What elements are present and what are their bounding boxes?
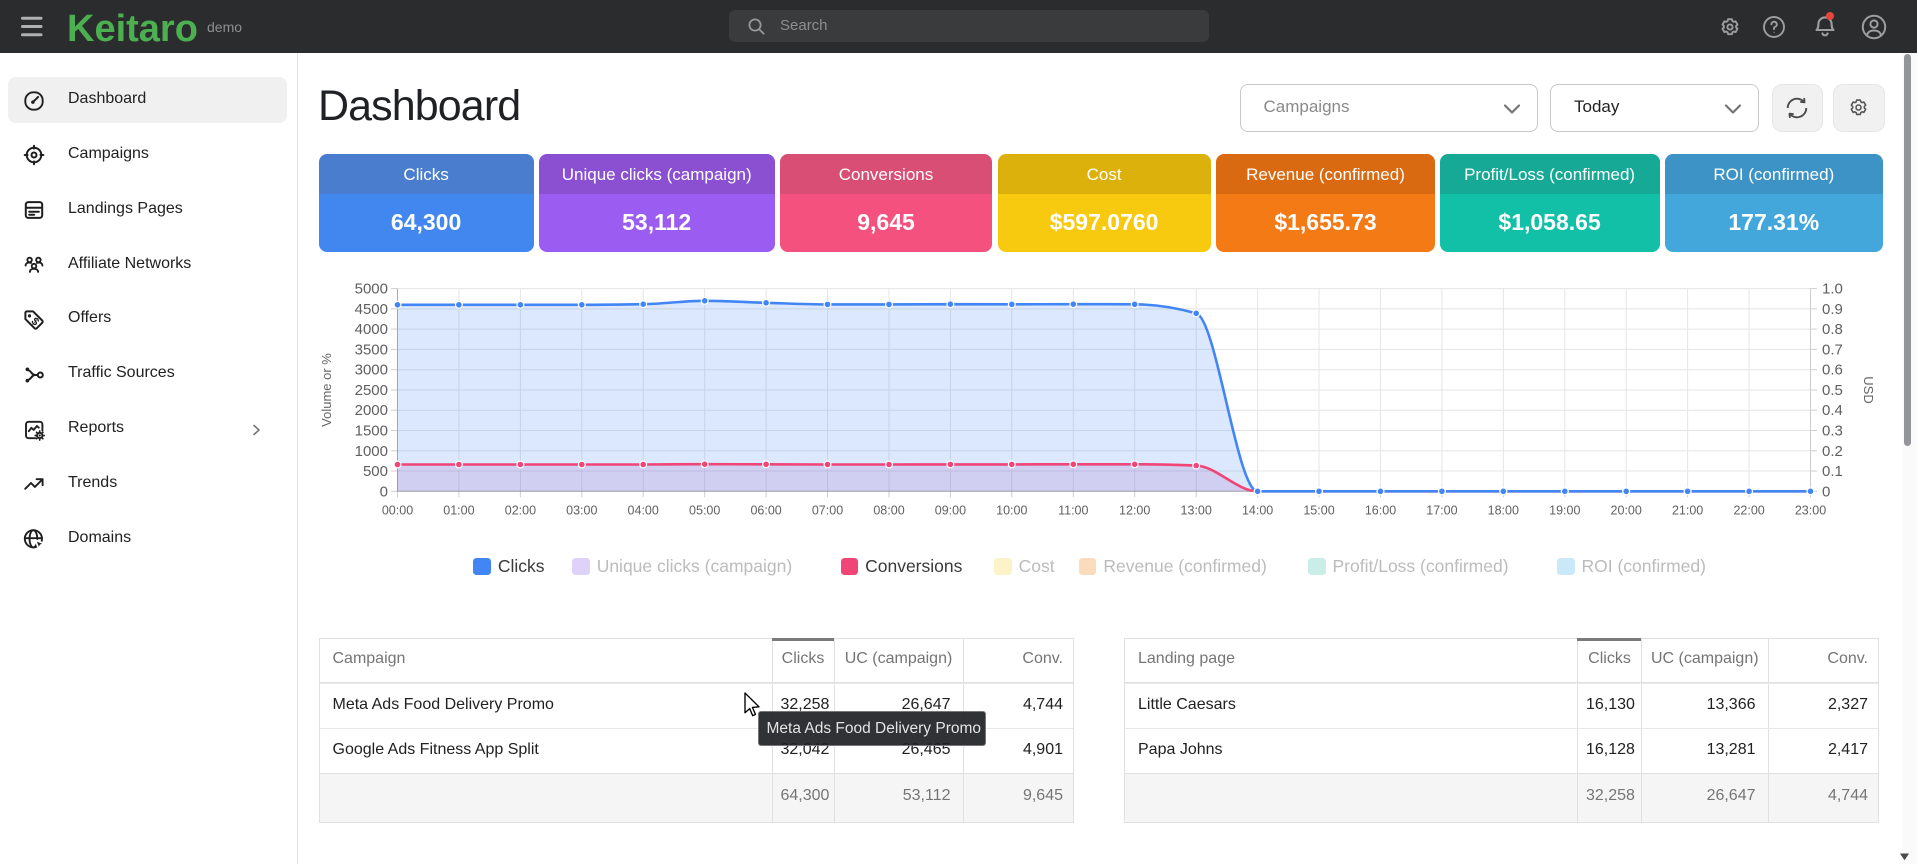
svg-text:22:00: 22:00 (1733, 504, 1764, 518)
svg-text:0.4: 0.4 (1822, 402, 1843, 419)
svg-text:10:00: 10:00 (996, 504, 1027, 518)
svg-text:02:00: 02:00 (505, 504, 536, 518)
svg-text:0.6: 0.6 (1822, 362, 1843, 379)
svg-text:0.1: 0.1 (1822, 463, 1843, 480)
svg-text:1000: 1000 (355, 443, 388, 460)
svg-text:05:00: 05:00 (689, 504, 720, 518)
svg-text:0.2: 0.2 (1822, 443, 1843, 460)
svg-text:0.7: 0.7 (1822, 341, 1843, 358)
svg-text:13:00: 13:00 (1181, 504, 1212, 518)
svg-text:0.5: 0.5 (1822, 382, 1843, 399)
svg-text:Volume or %: Volume or % (319, 353, 334, 427)
svg-text:4500: 4500 (355, 301, 388, 318)
svg-text:500: 500 (363, 463, 388, 480)
svg-text:23:00: 23:00 (1795, 504, 1826, 518)
svg-text:19:00: 19:00 (1549, 504, 1580, 518)
svg-text:16:00: 16:00 (1365, 504, 1396, 518)
svg-text:11:00: 11:00 (1058, 504, 1088, 518)
svg-text:0: 0 (1822, 483, 1830, 500)
svg-text:00:00: 00:00 (382, 504, 413, 518)
svg-text:06:00: 06:00 (750, 504, 781, 518)
svg-text:14:00: 14:00 (1242, 504, 1273, 518)
svg-text:01:00: 01:00 (443, 504, 474, 518)
svg-text:15:00: 15:00 (1303, 504, 1334, 518)
svg-text:21:00: 21:00 (1672, 504, 1703, 518)
svg-text:0.3: 0.3 (1822, 423, 1843, 440)
svg-text:08:00: 08:00 (873, 504, 904, 518)
svg-text:0: 0 (380, 483, 388, 500)
svg-text:04:00: 04:00 (628, 504, 659, 518)
svg-text:2500: 2500 (355, 382, 388, 399)
svg-text:3000: 3000 (355, 362, 388, 379)
svg-text:1.0: 1.0 (1822, 281, 1843, 298)
svg-text:03:00: 03:00 (566, 504, 597, 518)
svg-text:0.9: 0.9 (1822, 301, 1843, 318)
svg-text:09:00: 09:00 (935, 504, 966, 518)
svg-text:3500: 3500 (355, 341, 388, 358)
svg-text:18:00: 18:00 (1488, 504, 1519, 518)
svg-text:1500: 1500 (355, 423, 388, 440)
svg-text:07:00: 07:00 (812, 504, 843, 518)
svg-text:2000: 2000 (355, 402, 388, 419)
svg-text:17:00: 17:00 (1426, 504, 1457, 518)
svg-text:4000: 4000 (355, 321, 388, 338)
svg-text:USD: USD (1861, 376, 1876, 403)
svg-text:5000: 5000 (355, 281, 388, 298)
svg-text:0.8: 0.8 (1822, 321, 1843, 338)
svg-text:12:00: 12:00 (1119, 504, 1150, 518)
svg-text:20:00: 20:00 (1611, 504, 1642, 518)
